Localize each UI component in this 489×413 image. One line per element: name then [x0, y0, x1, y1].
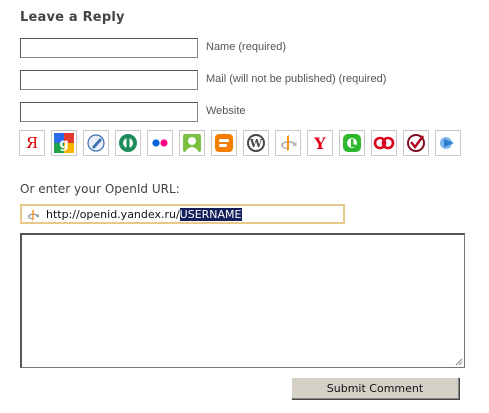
- name-input[interactable]: [20, 38, 198, 58]
- form-title: Leave a Reply: [20, 10, 125, 25]
- yahoo-icon: Y: [313, 134, 326, 153]
- provider-yandex[interactable]: Я: [19, 130, 45, 156]
- website-label: Website: [206, 105, 246, 117]
- livejournal-icon: [87, 134, 105, 152]
- mail-input[interactable]: [20, 70, 198, 90]
- provider-openid[interactable]: [275, 130, 301, 156]
- mail-label: Mail (will not be published) (required): [206, 73, 387, 85]
- aol-icon: [373, 136, 395, 150]
- provider-blogger[interactable]: [211, 130, 237, 156]
- name-label: Name (required): [206, 41, 287, 53]
- wordpress-icon: W: [247, 134, 265, 152]
- technorati-icon: [343, 134, 361, 152]
- svg-text:Я: Я: [26, 134, 38, 152]
- provider-yahoo[interactable]: Y: [307, 130, 333, 156]
- submit-comment-button[interactable]: Submit Comment: [291, 377, 459, 399]
- yandex-icon: Я: [26, 134, 38, 152]
- provider-verisign[interactable]: [403, 130, 429, 156]
- openid-url-prefix: http://openid.yandex.ru/: [46, 208, 180, 221]
- flickr-icon: [152, 139, 168, 147]
- resize-grip-icon[interactable]: [453, 356, 463, 366]
- provider-livejournal[interactable]: [83, 130, 109, 156]
- openid-url-selection: USERNAME: [179, 208, 242, 221]
- provider-technorati[interactable]: [339, 130, 365, 156]
- provider-myopenid[interactable]: [179, 130, 205, 156]
- svg-text:W: W: [249, 137, 263, 150]
- claimid-icon: [440, 137, 454, 149]
- website-input[interactable]: [20, 102, 198, 122]
- provider-claimid[interactable]: [435, 130, 461, 156]
- provider-aol[interactable]: [371, 130, 397, 156]
- comment-textarea[interactable]: [20, 233, 465, 368]
- provider-google[interactable]: g: [51, 130, 77, 156]
- blogger-icon: [215, 134, 233, 152]
- openid-icon: [280, 135, 297, 151]
- openid-icon: [28, 209, 39, 221]
- provider-flickr[interactable]: [147, 130, 173, 156]
- openid-url-text: http://openid.yandex.ru/USERNAME: [46, 208, 242, 221]
- verisign-icon: [407, 134, 425, 152]
- provider-wordpress[interactable]: W: [243, 130, 269, 156]
- svg-text:Y: Y: [313, 134, 326, 153]
- svg-text:g: g: [59, 137, 68, 152]
- provider-openid-green[interactable]: [115, 130, 141, 156]
- google-icon: g: [54, 133, 74, 153]
- openid-url-input[interactable]: http://openid.yandex.ru/USERNAME: [20, 204, 345, 224]
- openid-label: Or enter your OpenId URL:: [20, 182, 180, 196]
- myopenid-icon: [183, 134, 201, 152]
- openid-green-icon: [119, 134, 137, 152]
